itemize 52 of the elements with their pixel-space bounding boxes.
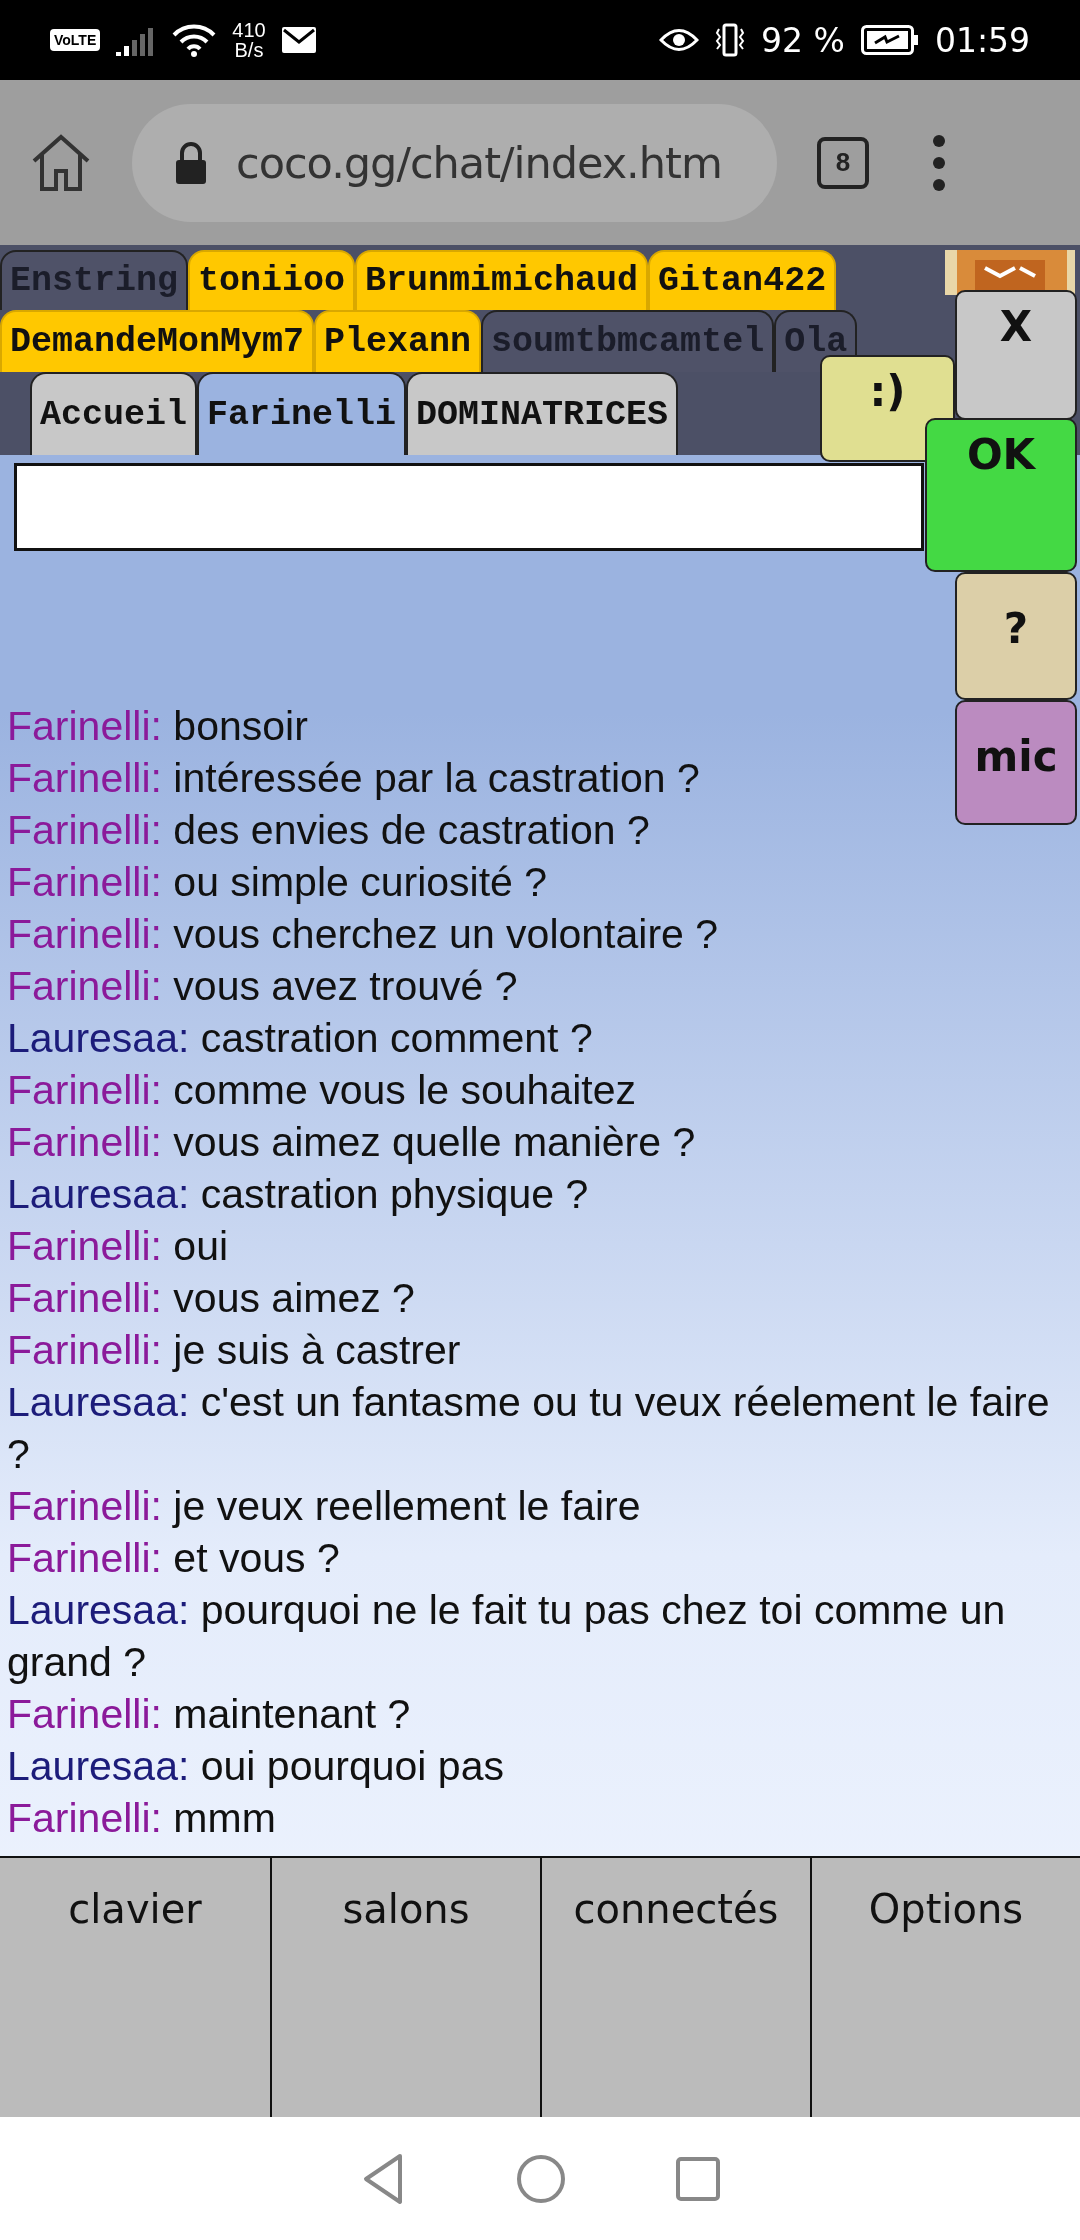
wifi-icon (172, 23, 217, 57)
chat-message: Lauresaa: pourquoi ne le fait tu pas chez toi comme un grand ? (7, 1586, 1007, 1687)
battery-percent: 92 % (761, 20, 845, 60)
chat-tab[interactable]: Gitan422 (648, 250, 837, 310)
chat-message: Farinelli: oui (7, 1222, 229, 1271)
address-bar[interactable]: coco.gg/chat/index.htm (132, 103, 777, 222)
chat-tab[interactable]: Accueil (30, 372, 198, 455)
chat-message: Farinelli: intéressée par la castration ? (7, 754, 700, 803)
chat-tab[interactable]: Plexann (314, 310, 482, 372)
mic-button[interactable]: mic (955, 700, 1077, 825)
chat-message: Farinelli: et vous ? (7, 1534, 340, 1583)
menu-button[interactable]: clavier (0, 1858, 270, 2117)
home-icon[interactable] (30, 132, 92, 193)
send-button[interactable]: OK (925, 418, 1077, 572)
chat-tab[interactable]: DOMINATRICES (406, 372, 679, 455)
help-button[interactable]: ? (955, 572, 1077, 700)
recents-icon[interactable] (676, 2156, 720, 2201)
chat-message: Farinelli: des envies de castration ? (7, 806, 650, 855)
clock: 01:59 (934, 20, 1030, 60)
chat-message: Lauresaa: castration comment ? (7, 1014, 593, 1063)
vibrate-icon (715, 23, 746, 57)
chat-message: Lauresaa: oui pourquoi pas (7, 1742, 504, 1791)
tab-count-button[interactable]: 8 (817, 136, 869, 189)
chat-message: Farinelli: vous avez trouvé ? (7, 962, 518, 1011)
chat-message: Farinelli: comme vous le souhaitez (7, 1066, 636, 1115)
lock-icon (174, 140, 208, 185)
message-input[interactable] (14, 463, 924, 551)
chat-message: Farinelli: bonsoir (7, 702, 308, 751)
chat-message: Farinelli: je veux reellement le faire (7, 1482, 641, 1531)
battery-icon (860, 25, 919, 55)
chat-tab[interactable]: Brunmimichaud (355, 250, 649, 310)
close-button[interactable]: X (955, 290, 1077, 420)
speed-unit: B/s (234, 40, 264, 60)
chat-message: Farinelli: mmm (7, 1794, 276, 1843)
chat-tab[interactable]: Farinelli (197, 372, 407, 455)
chat-message: Lauresaa: c'est un fantasme ou tu veux réelement le faire ? (7, 1378, 1051, 1479)
chat-message: Farinelli: vous cherchez un volontaire ? (7, 910, 719, 959)
chat-message: Farinelli: je suis à castrer (7, 1326, 461, 1375)
eye-icon (659, 27, 700, 53)
volte-badge: VoLTE (50, 29, 101, 51)
smiley-button[interactable]: :) (820, 355, 955, 462)
chat-message: Farinelli: ou simple curiosité ? (7, 858, 548, 907)
mail-icon (281, 27, 316, 53)
speed-value: 410 (232, 20, 266, 40)
url-text: coco.gg/chat/index.htm (236, 137, 722, 188)
chat-tab[interactable]: DemandeMonMym7 (0, 310, 315, 372)
chat-message: Farinelli: vous aimez ? (7, 1274, 415, 1323)
home-circle-icon[interactable] (516, 2153, 566, 2204)
chat-message: Farinelli: vous aimez quelle manière ? (7, 1118, 696, 1167)
chat-message: Farinelli: maintenant ? (7, 1690, 411, 1739)
chat-tab[interactable]: toniioo (188, 250, 356, 310)
chat-message: Lauresaa: castration physique ? (7, 1170, 589, 1219)
